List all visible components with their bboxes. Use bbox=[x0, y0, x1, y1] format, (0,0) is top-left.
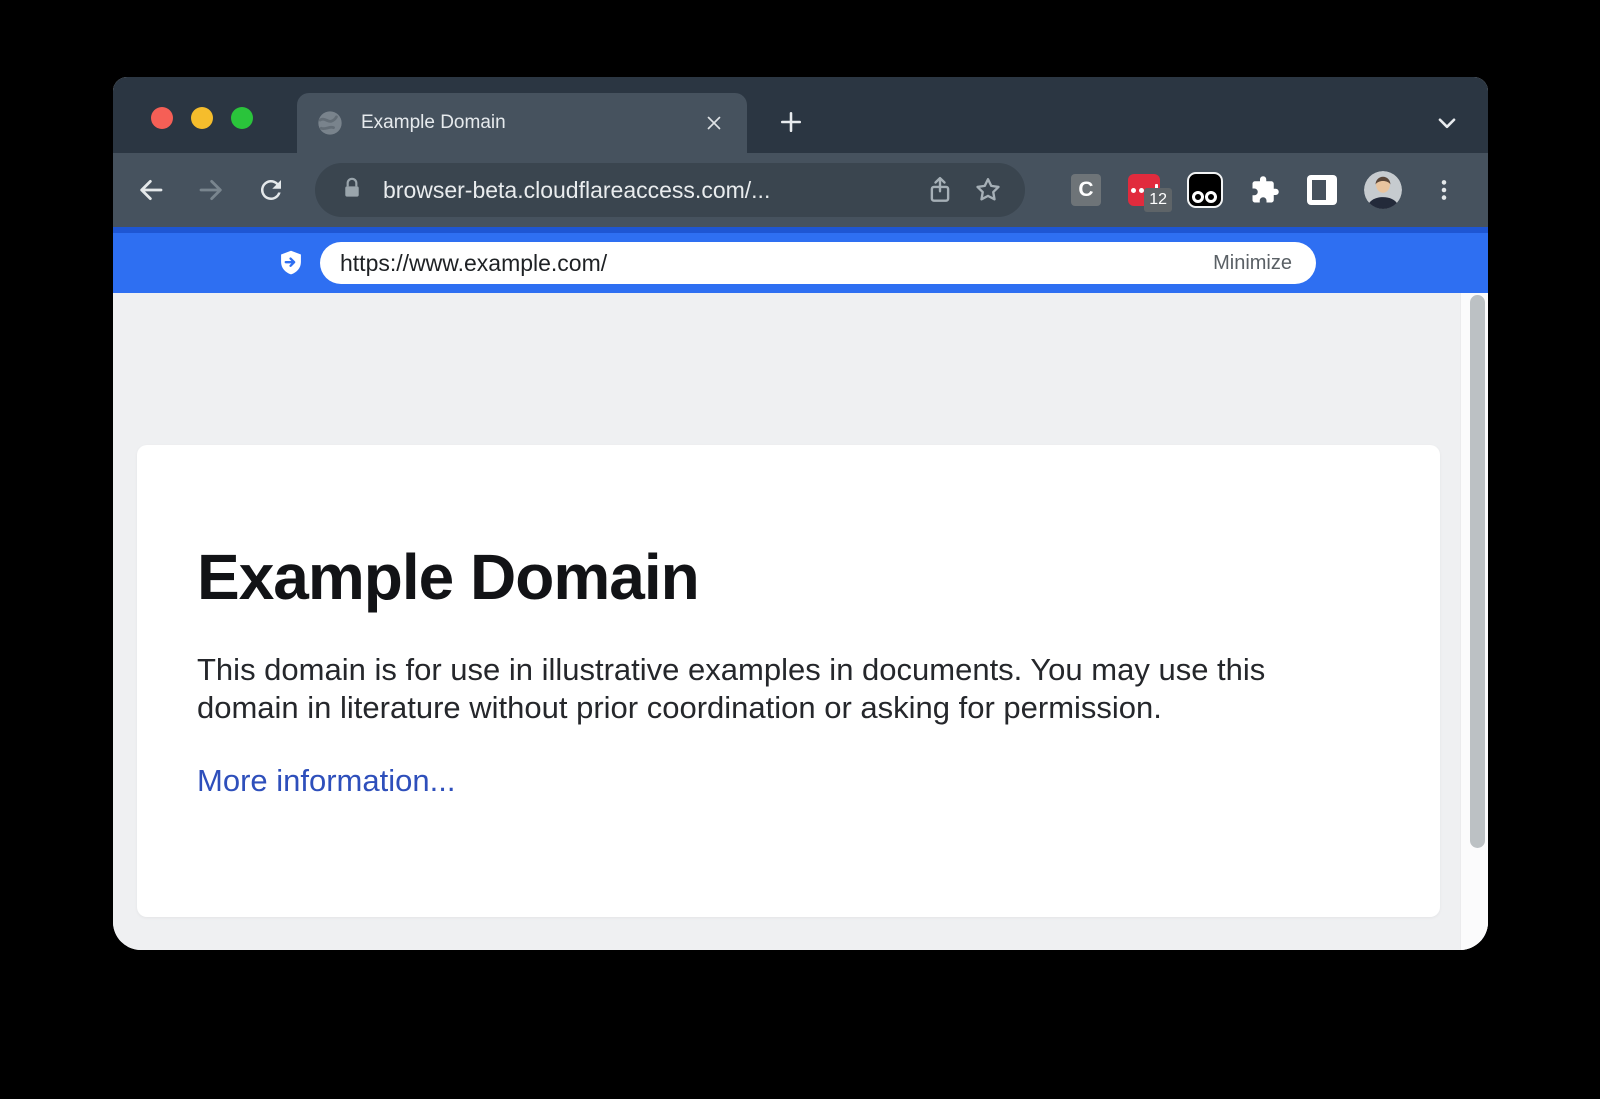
lens-left bbox=[1192, 191, 1204, 203]
tab-close-icon[interactable] bbox=[699, 108, 729, 138]
close-window-button[interactable] bbox=[151, 107, 173, 129]
bookmark-star-icon[interactable] bbox=[973, 175, 1003, 205]
content-card: Example Domain This domain is for use in… bbox=[137, 445, 1440, 917]
profile-avatar[interactable] bbox=[1364, 171, 1402, 209]
address-bar-url: browser-beta.cloudflareaccess.com/... bbox=[383, 177, 925, 204]
desktop-background: Example Domain bbox=[0, 0, 1600, 1099]
extensions-puzzle-icon[interactable] bbox=[1250, 175, 1280, 205]
forward-button[interactable] bbox=[195, 174, 227, 206]
zoom-window-button[interactable] bbox=[231, 107, 253, 129]
side-panel-icon[interactable] bbox=[1307, 175, 1337, 205]
extension-c-icon[interactable]: C bbox=[1071, 174, 1101, 206]
new-tab-button[interactable] bbox=[771, 102, 811, 142]
extension-c-label: C bbox=[1078, 178, 1093, 202]
tab-search-chevron-down-icon[interactable] bbox=[1427, 103, 1467, 143]
extension-cluster: C 12 bbox=[1071, 171, 1459, 209]
isolated-url-text: https://www.example.com/ bbox=[340, 250, 1213, 277]
dot bbox=[1139, 188, 1144, 193]
extension-badge-count: 12 bbox=[1144, 188, 1172, 212]
back-button[interactable] bbox=[135, 174, 167, 206]
window-controls bbox=[151, 107, 253, 129]
page-paragraph: This domain is for use in illustrative e… bbox=[197, 651, 1362, 727]
extension-red-dots-icon[interactable]: 12 bbox=[1128, 174, 1160, 206]
shield-arrow-icon bbox=[277, 249, 305, 277]
minimize-window-button[interactable] bbox=[191, 107, 213, 129]
page-title: Example Domain bbox=[197, 545, 1370, 609]
more-information-link[interactable]: More information... bbox=[197, 763, 455, 799]
lens-right bbox=[1205, 191, 1217, 203]
vertical-scrollbar-track[interactable] bbox=[1460, 293, 1488, 950]
navigation-toolbar: browser-beta.cloudflareaccess.com/... C bbox=[113, 153, 1488, 227]
tab-example-domain[interactable]: Example Domain bbox=[297, 93, 747, 153]
tab-favicon-globe-icon bbox=[316, 109, 344, 137]
vertical-scrollbar-thumb[interactable] bbox=[1470, 295, 1485, 848]
address-bar[interactable]: browser-beta.cloudflareaccess.com/... bbox=[315, 163, 1025, 217]
lock-icon[interactable] bbox=[339, 175, 369, 205]
share-icon[interactable] bbox=[925, 175, 955, 205]
isolated-url-input[interactable]: https://www.example.com/ Minimize bbox=[320, 242, 1316, 284]
reload-button[interactable] bbox=[255, 174, 287, 206]
dot bbox=[1131, 188, 1136, 193]
side-panel-inner bbox=[1312, 180, 1326, 200]
tab-title: Example Domain bbox=[361, 112, 699, 134]
extension-black-goggles-icon[interactable] bbox=[1187, 172, 1223, 208]
browser-window: Example Domain bbox=[113, 77, 1488, 950]
page-viewport: Example Domain This domain is for use in… bbox=[113, 293, 1488, 950]
tab-strip: Example Domain bbox=[113, 77, 1488, 153]
isolation-banner: https://www.example.com/ Minimize bbox=[113, 227, 1488, 293]
browser-menu-kebab-icon[interactable] bbox=[1429, 175, 1459, 205]
minimize-banner-button[interactable]: Minimize bbox=[1213, 252, 1292, 275]
